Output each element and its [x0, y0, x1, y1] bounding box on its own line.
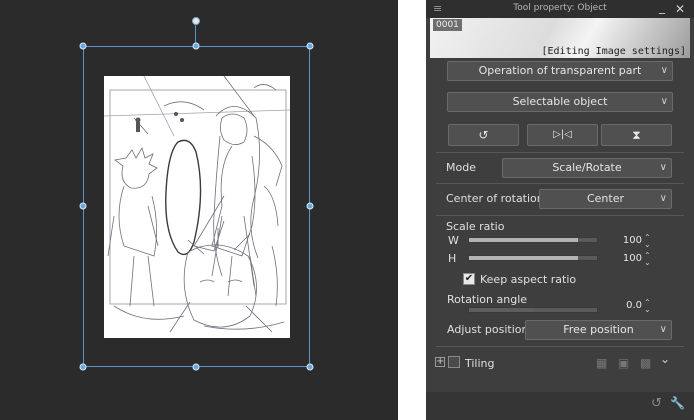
- expand-tiling-icon[interactable]: +: [435, 357, 445, 367]
- keep-aspect-label: Keep aspect ratio: [480, 273, 577, 286]
- flip-vertical-button[interactable]: ⧗: [601, 124, 672, 146]
- reset-transform-button[interactable]: ↺: [448, 124, 519, 146]
- tile-mode-icon: ▦: [596, 356, 608, 370]
- handle-bottom-left[interactable]: [79, 363, 87, 371]
- panel-bottom-bar: ↺ 🔧: [426, 392, 694, 420]
- handle-top-right[interactable]: [306, 42, 314, 50]
- mode-value: Scale/Rotate: [552, 161, 622, 174]
- tile-mode-icon: ▣: [618, 356, 630, 370]
- width-value[interactable]: 100: [614, 235, 642, 246]
- adjust-position-dropdown[interactable]: Free position ∨: [525, 320, 672, 340]
- reset-icon: ↺: [478, 128, 489, 142]
- flip-horizontal-icon: ▷|◁: [553, 129, 572, 140]
- reset-icon[interactable]: ↺: [651, 396, 662, 411]
- preview-caption: [Editing Image settings]: [541, 46, 687, 57]
- close-icon[interactable]: ✕: [675, 2, 685, 16]
- rotation-handle[interactable]: [192, 17, 200, 25]
- chevron-down-icon: ∨: [660, 65, 668, 76]
- transparent-part-dropdown[interactable]: Operation of transparent part ∨: [447, 61, 673, 81]
- height-slider-fill: [469, 256, 578, 260]
- adjust-position-label: Adjust position: [447, 323, 529, 336]
- center-of-rotation-value: Center: [586, 192, 625, 205]
- rotation-spinner-icon[interactable]: ⌃ ⌄: [644, 299, 651, 314]
- canvas-panel-divider: [398, 0, 426, 420]
- separator: [436, 152, 684, 153]
- sketch-image: [104, 76, 290, 338]
- rotation-slider[interactable]: [468, 307, 598, 313]
- handle-middle-right[interactable]: [306, 202, 314, 210]
- adjust-position-value: Free position: [563, 323, 634, 336]
- tool-property-panel: ≡ Tool property: Object _ ✕ 0001 [Editin…: [426, 0, 694, 420]
- mode-label: Mode: [446, 161, 476, 174]
- handle-bottom-right[interactable]: [306, 363, 314, 371]
- chevron-down-icon: ∨: [659, 193, 667, 204]
- width-label: W: [448, 234, 459, 247]
- selectable-object-dropdown[interactable]: Selectable object ∨: [447, 92, 673, 112]
- panel-title: Tool property: Object: [513, 3, 607, 13]
- mode-dropdown[interactable]: Scale/Rotate ∨: [502, 158, 672, 178]
- object-preview: 0001 [Editing Image settings]: [430, 18, 690, 58]
- width-slider[interactable]: [468, 237, 598, 243]
- chevron-down-icon: ∨: [659, 162, 667, 173]
- handle-top-center[interactable]: [192, 42, 200, 50]
- minimize-icon[interactable]: _: [659, 0, 665, 14]
- chevron-down-icon[interactable]: ⌄: [660, 352, 670, 366]
- handle-bottom-center[interactable]: [192, 363, 200, 371]
- chevron-down-icon: ∨: [660, 96, 668, 107]
- handle-middle-left[interactable]: [79, 202, 87, 210]
- center-of-rotation-dropdown[interactable]: Center ∨: [539, 189, 672, 209]
- rotation-slider-fill: [469, 308, 533, 312]
- tiling-label: Tiling: [465, 357, 495, 370]
- tile-mode-icon: ▩: [640, 356, 652, 370]
- width-slider-fill: [469, 238, 578, 242]
- transparent-part-value: Operation of transparent part: [478, 64, 642, 77]
- rotation-angle-label: Rotation angle: [447, 293, 528, 306]
- canvas-area[interactable]: [0, 0, 398, 420]
- flip-horizontal-button[interactable]: ▷|◁: [527, 124, 598, 146]
- separator: [436, 215, 684, 216]
- check-icon: ✔: [464, 273, 474, 284]
- height-label: H: [448, 252, 457, 265]
- selectable-object-value: Selectable object: [512, 95, 608, 108]
- wrench-icon[interactable]: 🔧: [670, 396, 685, 410]
- scale-ratio-label: Scale ratio: [446, 220, 505, 233]
- chevron-down-icon: ∨: [659, 324, 667, 335]
- keep-aspect-checkbox[interactable]: ✔: [463, 273, 475, 285]
- separator: [436, 183, 684, 184]
- height-value[interactable]: 100: [614, 253, 642, 264]
- width-spinner-icon[interactable]: ⌃ ⌄: [644, 234, 651, 249]
- preview-id: 0001: [433, 19, 462, 31]
- rotation-value[interactable]: 0.0: [614, 300, 642, 311]
- handle-top-left[interactable]: [79, 42, 87, 50]
- separator: [436, 346, 684, 347]
- height-spinner-icon[interactable]: ⌃ ⌄: [644, 252, 651, 267]
- tiling-checkbox[interactable]: [448, 356, 460, 368]
- height-slider[interactable]: [468, 255, 598, 261]
- sketch-drawing: [104, 76, 290, 333]
- center-of-rotation-label: Center of rotation: [446, 192, 544, 205]
- flip-vertical-icon: ⧗: [632, 128, 641, 142]
- panel-titlebar[interactable]: ≡ Tool property: Object _ ✕: [426, 0, 694, 18]
